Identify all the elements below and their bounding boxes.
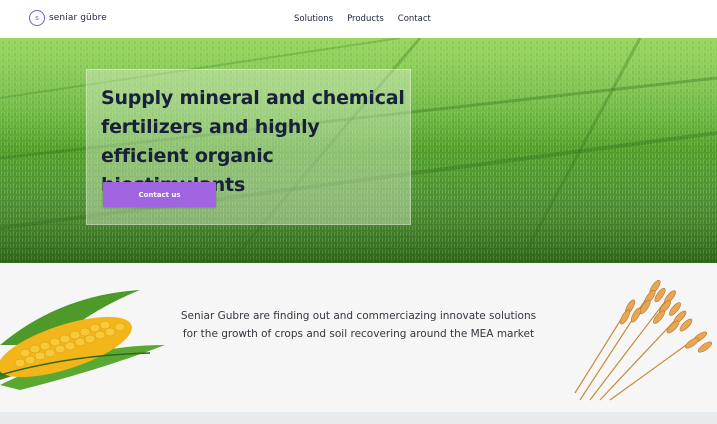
nav-contact[interactable]: Contact (398, 14, 431, 24)
brand-logo-icon: s (29, 10, 45, 26)
intro-section: Seniar Gubre are finding out and commerc… (0, 263, 717, 412)
hero-card: Supply mineral and chemical fertilizers … (86, 69, 411, 225)
main-nav: Solutions Products Contact (294, 14, 431, 24)
intro-text: Seniar Gubre are finding out and commerc… (180, 310, 537, 340)
hero-section: Supply mineral and chemical fertilizers … (0, 38, 717, 263)
brand-name: seniar gübre (49, 13, 107, 23)
corn-cob-image (0, 290, 165, 390)
brand-logo[interactable]: s seniar gübre (29, 10, 107, 26)
nav-solutions[interactable]: Solutions (294, 14, 333, 24)
nav-products[interactable]: Products (347, 14, 384, 24)
wheat-bundle-image (574, 279, 713, 401)
site-header: s seniar gübre Solutions Products Contac… (0, 0, 717, 38)
contact-us-button[interactable]: Contact us (103, 182, 216, 207)
footer-strip (0, 412, 717, 424)
